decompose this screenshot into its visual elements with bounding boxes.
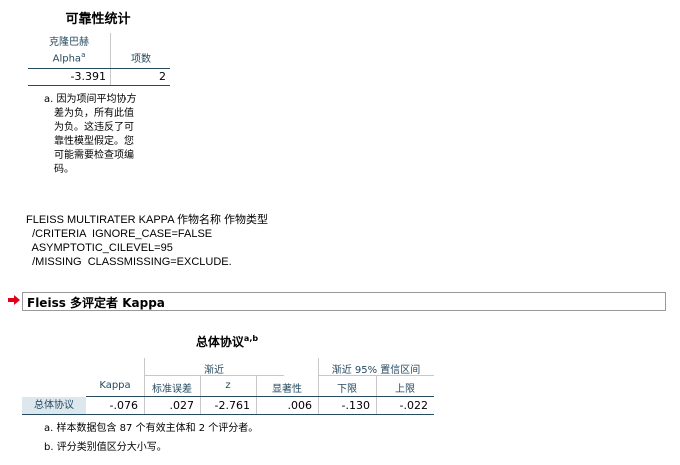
upper-value: -.022 <box>399 399 428 412</box>
red-arrow-icon[interactable] <box>8 295 20 305</box>
footnote-line: a. 因为项间平均协方 <box>44 94 137 105</box>
overall-title-sup: a,b <box>243 334 259 343</box>
syntax-line: /CRITERIA IGNORE_CASE=FALSE <box>26 228 213 240</box>
alpha-value: -3.391 <box>70 70 106 83</box>
alpha-header-sup: a <box>81 51 86 59</box>
syntax-line: FLEISS MULTIRATER KAPPA 作物名称 作物类型 <box>26 214 269 226</box>
syntax-line: ASYMPTOTIC_CILEVEL=95 <box>26 242 173 254</box>
kappa-header: Kappa <box>99 380 131 391</box>
items-column-header: 项数 <box>131 54 151 65</box>
row-label: 总体协议 <box>22 397 86 414</box>
reliability-title: 可靠性统计 <box>65 12 131 27</box>
ci-header: 渐近 95% 置信区间 <box>331 365 421 376</box>
section-title[interactable]: Fleiss 多评定者 Kappa <box>27 294 165 311</box>
overall-title-text: 总体协议 <box>195 335 244 349</box>
alpha-column-header: 克隆巴赫 Alphaa <box>28 36 110 65</box>
overall-footnote-b: b. 评分类别值区分大小写。 <box>44 442 167 453</box>
asymptotic-header: 渐近 <box>204 365 224 376</box>
asymptotic-underline <box>144 375 284 376</box>
z-header: z <box>225 380 231 391</box>
footnote-line: 为负。这违反了可 <box>54 122 134 133</box>
footnote-line: 靠性模型假定。您 <box>54 136 134 147</box>
items-value: 2 <box>159 70 166 83</box>
sig-header: 显著性 <box>272 384 302 395</box>
overall-title: 总体协议a,b <box>22 333 432 350</box>
kappa-value: -.076 <box>109 399 138 412</box>
lower-header: 下限 <box>337 384 357 395</box>
column-divider <box>110 33 111 86</box>
syntax-block: FLEISS MULTIRATER KAPPA 作物名称 作物类型 /CRITE… <box>26 213 268 269</box>
header-rule <box>86 396 434 397</box>
header-rule <box>28 68 170 69</box>
alpha-header-text: Alpha <box>52 53 82 65</box>
lower-value: -.130 <box>341 399 370 412</box>
bottom-rule <box>28 85 170 86</box>
footnote-line: 可能需要检查项编 <box>54 150 134 161</box>
alpha-header-line2: Alphaa <box>28 49 110 65</box>
footnote-line: 码。 <box>54 164 74 175</box>
syntax-line: /MISSING CLASSMISSING=EXCLUDE. <box>26 256 232 268</box>
se-header: 标准误差 <box>152 384 192 395</box>
sig-value: .006 <box>287 399 313 412</box>
bottom-rule <box>22 414 434 415</box>
upper-header: 上限 <box>395 384 415 395</box>
overall-footnote-a: a. 样本数据包含 87 个有效主体和 2 个评分者。 <box>44 423 259 434</box>
alpha-header-line1: 克隆巴赫 <box>49 37 89 48</box>
footnote-line: 差为负，所有此值 <box>54 108 134 119</box>
z-value: -2.761 <box>214 399 250 412</box>
reliability-footnote: a. 因为项间平均协方 差为负，所有此值 为负。这违反了可 靠性模型假定。您 可… <box>44 93 164 177</box>
se-value: .027 <box>169 399 195 412</box>
